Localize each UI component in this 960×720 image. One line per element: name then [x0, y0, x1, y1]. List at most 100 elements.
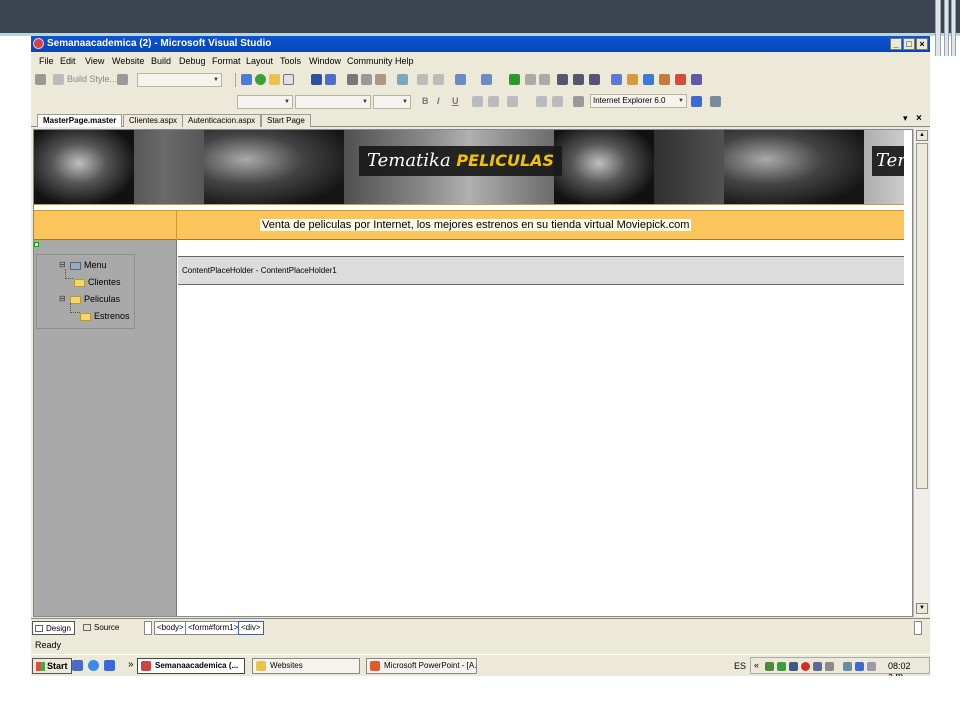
numbered-list-icon[interactable]: [552, 96, 563, 107]
close-button[interactable]: ×: [916, 38, 928, 50]
breadcrumb-form[interactable]: <form#form1>: [185, 621, 242, 635]
tray-app-icon[interactable]: [825, 662, 834, 671]
uncomment-icon[interactable]: [433, 74, 444, 85]
design-view-button[interactable]: Design: [32, 621, 75, 635]
taskbar-clock[interactable]: 08:02 a.m.: [888, 661, 929, 676]
security-icon[interactable]: [777, 662, 786, 671]
menu-help[interactable]: Help: [395, 53, 414, 69]
font-name-combo[interactable]: ▼: [295, 95, 371, 109]
tree-node-menu[interactable]: Menu: [70, 260, 107, 270]
tray-expand-icon[interactable]: «: [754, 660, 759, 670]
start-debugging-icon[interactable]: [509, 74, 520, 85]
language-indicator[interactable]: ES: [734, 661, 746, 671]
breadcrumb-body[interactable]: <body>: [154, 621, 187, 635]
tab-start-page[interactable]: Start Page: [261, 114, 311, 127]
open-file-icon[interactable]: [269, 74, 280, 85]
display-icon[interactable]: [813, 662, 822, 671]
block-format-combo[interactable]: ▼: [237, 95, 293, 109]
properties-icon[interactable]: [627, 74, 638, 85]
menu-community[interactable]: Community: [347, 53, 393, 69]
undo-icon[interactable]: [455, 74, 466, 85]
menu-view[interactable]: View: [85, 53, 104, 69]
tray-app-icon[interactable]: [789, 662, 798, 671]
content-placeholder[interactable]: ContentPlaceHolder - ContentPlaceHolder1: [178, 256, 904, 285]
new-website-icon[interactable]: [255, 74, 266, 85]
breadcrumb-div[interactable]: <div>: [238, 621, 264, 635]
paste-icon[interactable]: [375, 74, 386, 85]
save-all-icon[interactable]: [325, 74, 336, 85]
find-icon[interactable]: [397, 74, 408, 85]
tab-dropdown-icon[interactable]: ▾: [903, 113, 908, 124]
menu-build[interactable]: Build: [151, 53, 171, 69]
redo-icon[interactable]: [481, 74, 492, 85]
build-style-button[interactable]: Build Style...: [67, 74, 117, 84]
scroll-down-icon[interactable]: ▼: [916, 603, 928, 614]
content-area[interactable]: [178, 285, 904, 616]
target-browser-select[interactable]: Internet Explorer 6.0 ▼: [590, 94, 687, 108]
tree-node-clientes[interactable]: Clientes: [74, 277, 121, 287]
tab-autenticacion[interactable]: Autenticacion.aspx: [182, 114, 262, 127]
style-combo[interactable]: ▼: [137, 73, 222, 87]
align-icon[interactable]: [507, 96, 518, 107]
minimize-button[interactable]: _: [890, 38, 902, 50]
quick-launch-chevron[interactable]: »: [128, 659, 134, 670]
bullet-list-icon[interactable]: [536, 96, 547, 107]
insert-link-icon[interactable]: [573, 96, 584, 107]
toolbox-icon[interactable]: [659, 74, 670, 85]
highlight-icon[interactable]: [488, 96, 499, 107]
menu-tree-control[interactable]: ⊟ Menu Clientes ⊟ Peliculas Estrenos: [36, 254, 135, 329]
style-app-icon[interactable]: [117, 74, 128, 85]
tab-clientes[interactable]: Clientes.aspx: [123, 114, 184, 127]
object-browser-icon[interactable]: [643, 74, 654, 85]
menu-tools[interactable]: Tools: [280, 53, 301, 69]
stop-icon[interactable]: [539, 74, 550, 85]
menu-edit[interactable]: Edit: [60, 53, 76, 69]
style-icon[interactable]: [35, 74, 46, 85]
solution-explorer-icon[interactable]: [611, 74, 622, 85]
underline-button[interactable]: U: [452, 96, 459, 106]
collapse-icon[interactable]: ⊟: [59, 260, 66, 269]
menu-file[interactable]: File: [39, 53, 54, 69]
menu-format[interactable]: Format: [212, 53, 241, 69]
font-color-icon[interactable]: [472, 96, 483, 107]
vertical-scrollbar[interactable]: ▲ ▼: [913, 129, 929, 617]
step-into-icon[interactable]: [557, 74, 568, 85]
tray-app-icon[interactable]: [855, 662, 864, 671]
step-out-icon[interactable]: [589, 74, 600, 85]
collapse-icon[interactable]: ⊟: [59, 294, 66, 303]
tree-node-estrenos[interactable]: Estrenos: [80, 311, 130, 321]
menu-website[interactable]: Website: [112, 53, 144, 69]
scroll-up-icon[interactable]: ▲: [916, 130, 928, 141]
new-project-icon[interactable]: [241, 74, 252, 85]
toolbar-options-icon[interactable]: [691, 74, 702, 85]
menu-debug[interactable]: Debug: [179, 53, 206, 69]
step-over-icon[interactable]: [573, 74, 584, 85]
tab-masterpage[interactable]: MasterPage.master: [37, 114, 123, 127]
start-button[interactable]: Start: [32, 658, 72, 674]
italic-button[interactable]: I: [437, 96, 440, 106]
add-item-icon[interactable]: [283, 74, 294, 85]
font-size-combo[interactable]: ▼: [373, 95, 411, 109]
design-surface[interactable]: Tematika PELICULAS Tem Venta de pelicula…: [33, 129, 913, 617]
save-icon[interactable]: [311, 74, 322, 85]
maximize-button[interactable]: □: [903, 38, 915, 50]
antivirus-icon[interactable]: [801, 662, 810, 671]
pause-icon[interactable]: [525, 74, 536, 85]
start-page-icon[interactable]: [675, 74, 686, 85]
internet-explorer-icon[interactable]: [88, 660, 99, 671]
taskbar-button-websites[interactable]: Websites: [252, 658, 360, 674]
media-player-icon[interactable]: [104, 660, 115, 671]
source-view-button[interactable]: Source: [81, 621, 122, 635]
show-desktop-icon[interactable]: [72, 660, 83, 671]
cut-icon[interactable]: [347, 74, 358, 85]
tray-app-icon[interactable]: [843, 662, 852, 671]
taskbar-button-powerpoint[interactable]: Microsoft PowerPoint - [A...: [366, 658, 477, 674]
build-style-icon[interactable]: [53, 74, 64, 85]
menu-window[interactable]: Window: [309, 53, 341, 69]
volume-icon[interactable]: [867, 662, 876, 671]
menu-layout[interactable]: Layout: [246, 53, 273, 69]
window-title-bar[interactable]: Semanaacademica (2) - Microsoft Visual S…: [31, 36, 930, 52]
comment-icon[interactable]: [417, 74, 428, 85]
breadcrumb-scroll-left[interactable]: [144, 621, 152, 635]
scroll-thumb[interactable]: [916, 143, 928, 489]
